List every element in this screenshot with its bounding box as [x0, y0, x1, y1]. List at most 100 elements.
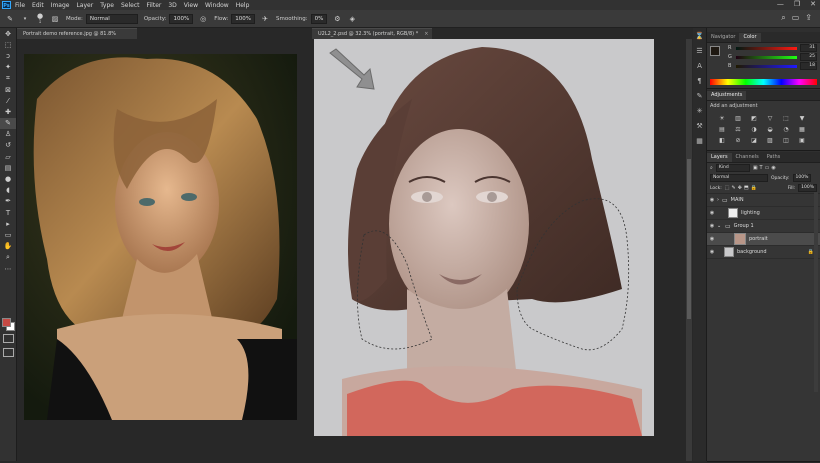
history-icon[interactable]: ⌛ [693, 28, 706, 43]
move-tool-icon[interactable]: ✥ [0, 28, 16, 39]
tab-color[interactable]: Color [739, 33, 761, 42]
frame-tool-icon[interactable]: ⊠ [0, 84, 16, 95]
tab-navigator[interactable]: Navigator [707, 33, 739, 42]
gear-icon[interactable]: ⚙ [332, 14, 342, 24]
close-tab-icon[interactable]: × [424, 31, 428, 37]
menu-image[interactable]: Image [51, 2, 70, 9]
tool-presets-icon[interactable]: ⚒ [693, 118, 706, 133]
solid-color-icon[interactable]: ▣ [797, 136, 807, 144]
gradient-map-icon[interactable]: ▨ [765, 136, 775, 144]
type-tool-icon[interactable]: T [0, 207, 16, 218]
blur-tool-icon[interactable]: ● [0, 173, 16, 184]
vibrance-icon[interactable]: ⬚ [781, 114, 791, 122]
invert-icon[interactable]: ◧ [717, 136, 727, 144]
curves-icon[interactable]: ◩ [749, 114, 759, 122]
minimize-icon[interactable]: — [777, 0, 784, 8]
blue-value[interactable]: 18 [800, 62, 817, 70]
layer-row[interactable]: ◉ portrait [707, 233, 820, 246]
black-white-icon[interactable]: ◑ [749, 125, 759, 133]
canvas-scrollbar[interactable] [686, 39, 692, 461]
filter-icons[interactable]: ▣T▭◉ [753, 165, 778, 171]
quick-select-tool-icon[interactable]: ✦ [0, 62, 16, 73]
channel-mixer-icon[interactable]: ◔ [781, 125, 791, 133]
more-tools-icon[interactable]: ⋯ [0, 263, 16, 274]
lock-icons[interactable]: ⬚✎✥⬒🔒 [725, 185, 759, 191]
selective-color-icon[interactable]: ◫ [781, 136, 791, 144]
crop-tool-icon[interactable]: ⌗ [0, 73, 16, 84]
eye-icon[interactable]: ◉ [707, 210, 717, 216]
menu-window[interactable]: Window [205, 2, 229, 9]
shape-tool-icon[interactable]: ▭ [0, 229, 16, 240]
eye-icon[interactable]: ◉ [707, 197, 717, 203]
airbrush-icon[interactable]: ✈ [260, 14, 270, 24]
color-lookup-icon[interactable]: ▦ [797, 125, 807, 133]
threshold-icon[interactable]: ◪ [749, 136, 759, 144]
brush-settings-icon[interactable]: ✎ [693, 88, 706, 103]
tab-paths[interactable]: Paths [763, 153, 785, 162]
menu-view[interactable]: View [184, 2, 198, 9]
paragraph-icon[interactable]: ¶ [693, 73, 706, 88]
menu-type[interactable]: Type [100, 2, 114, 9]
brushes-icon[interactable]: ✳ [693, 103, 706, 118]
layer-row[interactable]: ◉ ⌄ ▭ Group 1 [707, 220, 820, 233]
tab-reference-document[interactable]: Portrait demo reference.jpg @ 81.8% (RGB… [17, 28, 137, 48]
gradient-tool-icon[interactable]: ▤ [0, 162, 16, 173]
posterize-icon[interactable]: ⊘ [733, 136, 743, 144]
hue-saturation-icon[interactable]: ▤ [717, 125, 727, 133]
eye-icon[interactable]: ◉ [707, 249, 717, 255]
green-value[interactable]: 25 [800, 53, 817, 61]
menu-select[interactable]: Select [121, 2, 140, 9]
menu-file[interactable]: File [15, 2, 25, 9]
clone-stamp-tool-icon[interactable]: ♙ [0, 129, 16, 140]
history-brush-tool-icon[interactable]: ↺ [0, 140, 16, 151]
brush-tool-icon[interactable]: ✎ [0, 117, 16, 129]
tab-layers[interactable]: Layers [707, 153, 732, 162]
hand-tool-icon[interactable]: ✋ [0, 241, 16, 252]
gradient-map-triangle-icon[interactable]: ▼ [797, 114, 807, 122]
color-foreground-swatch[interactable] [710, 46, 720, 56]
zoom-tool-icon[interactable]: ⌕ [0, 252, 16, 263]
properties-icon[interactable]: ☰ [693, 43, 706, 58]
eyedropper-tool-icon[interactable]: ⁄ [0, 95, 16, 106]
layer-row[interactable]: ◉ lighting [707, 207, 820, 220]
layer-row[interactable]: ◉ background 🔒 [707, 246, 820, 259]
swatches-icon[interactable]: ▦ [693, 133, 706, 148]
flow-field[interactable]: 100% [231, 13, 256, 24]
green-slider[interactable]: G 25 [728, 53, 817, 61]
photoshop-logo[interactable]: Ps [2, 1, 11, 9]
quick-mask-icon[interactable] [3, 334, 14, 343]
character-icon[interactable]: A [693, 58, 706, 73]
menu-3d[interactable]: 3D [168, 2, 176, 9]
tab-channels[interactable]: Channels [732, 153, 763, 162]
blend-mode-select[interactable]: Normal [710, 174, 768, 182]
tab-adjustments[interactable]: Adjustments [707, 91, 747, 100]
share-icon[interactable]: ⇪ [805, 13, 812, 23]
menu-layer[interactable]: Layer [76, 2, 93, 9]
color-ramp[interactable] [710, 79, 817, 85]
menu-edit[interactable]: Edit [32, 2, 44, 9]
marquee-tool-icon[interactable]: ⬚ [0, 39, 16, 50]
red-value[interactable]: 31 [800, 44, 817, 52]
screen-mode-icon[interactable] [3, 348, 14, 357]
menu-filter[interactable]: Filter [147, 2, 162, 9]
eye-icon[interactable]: ◉ [707, 223, 717, 229]
restore-icon[interactable]: ❐ [794, 0, 800, 8]
close-icon[interactable]: ✕ [810, 0, 816, 8]
mode-select[interactable]: Normal [85, 13, 138, 24]
opacity-field[interactable]: 100% [169, 13, 194, 24]
fill-field[interactable]: 100% [798, 184, 817, 192]
layers-scrollbar[interactable] [814, 192, 818, 392]
pressure-size-icon[interactable]: ◈ [347, 14, 357, 24]
dodge-tool-icon[interactable]: ◖ [0, 185, 16, 196]
menu-help[interactable]: Help [236, 2, 250, 9]
portrait-painting[interactable] [312, 39, 692, 461]
chevron-right-icon[interactable]: › [717, 197, 719, 203]
eraser-tool-icon[interactable]: ▱ [0, 151, 16, 162]
workspace-icon[interactable]: ▭ [792, 13, 800, 23]
search-icon[interactable]: ⌕ [781, 13, 785, 23]
brightness-contrast-icon[interactable]: ☀ [717, 114, 727, 122]
tab-painting-document[interactable]: U2L2_2.psd @ 32.3% (portrait, RGB/8) * × [312, 28, 432, 39]
pen-tool-icon[interactable]: ✒ [0, 196, 16, 207]
blue-slider[interactable]: B 18 [728, 62, 817, 70]
chevron-down-icon[interactable]: ▾ [20, 14, 30, 24]
